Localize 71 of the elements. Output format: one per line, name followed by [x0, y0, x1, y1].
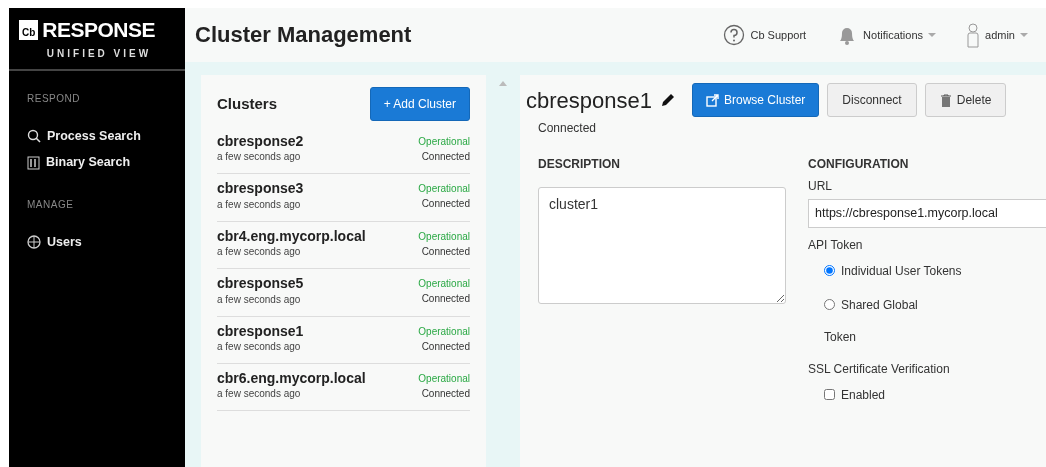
trash-icon: [939, 93, 952, 107]
field-label: SSL Certificate Verification: [808, 360, 951, 378]
globe-icon: [27, 235, 41, 250]
action-button[interactable]: Disconnect: [827, 83, 917, 117]
updated-time: a few seconds ago: [217, 339, 302, 354]
external-link-icon: [706, 93, 719, 107]
pencil-icon[interactable]: [660, 92, 676, 108]
connection-status: Connected: [420, 150, 470, 164]
health-status: Operational: [418, 277, 470, 292]
updated-time: a few seconds ago: [217, 197, 302, 212]
health-status: Operational: [418, 182, 470, 197]
cluster-name: cbresponse1: [217, 323, 304, 339]
sidebar-item[interactable]: Process Search: [9, 123, 141, 151]
url-field[interactable]: https://cbresponse1.mycorp.local: [808, 199, 1046, 228]
header-link[interactable]: Cb Support: [723, 22, 807, 48]
cluster-item[interactable]: cbresponse1 a few seconds ago Operational Connected: [217, 316, 470, 364]
sidebar-item[interactable]: Binary Search: [9, 150, 131, 177]
description-field[interactable]: cluster1: [538, 187, 786, 304]
add-cluster-button[interactable]: + Add Cluster: [369, 87, 470, 121]
panel-title: Clusters: [217, 93, 278, 114]
option-label: Shared Global: [841, 296, 918, 314]
help-icon: [723, 24, 746, 46]
connection-status: Connected: [420, 197, 470, 212]
field-label: API Token: [808, 236, 864, 254]
action-button[interactable]: Delete: [924, 83, 1007, 117]
field-label: Token: [824, 328, 858, 346]
cluster-item[interactable]: cbresponse3 a few seconds ago Operational Connected: [217, 174, 470, 222]
connection-status: Connected: [420, 339, 470, 354]
sidebar-item[interactable]: Users: [9, 230, 82, 257]
connection-status: Connected: [538, 120, 598, 137]
checkbox[interactable]: [824, 389, 835, 401]
section-heading: CONFIGURATION: [808, 156, 910, 173]
option-label: Enabled: [841, 386, 886, 404]
search-icon: [27, 128, 41, 143]
cluster-name: cbresponse3: [217, 181, 304, 197]
action-button[interactable]: Browse Cluster: [692, 83, 820, 117]
cluster-name: cbresponse1: [526, 86, 652, 115]
health-status: Operational: [418, 229, 470, 244]
section-heading: MANAGE: [26, 198, 75, 212]
section-heading: RESPOND: [26, 91, 81, 106]
cluster-name: cbresponse2: [217, 134, 304, 150]
logo-subtitle: UNIFIED VIEW: [45, 46, 153, 61]
cluster-name: cbresponse5: [217, 276, 304, 292]
page-title: Cluster Management: [195, 21, 412, 49]
logo-badge: Cb: [19, 19, 39, 40]
connection-status: Connected: [420, 386, 470, 401]
updated-time: a few seconds ago: [217, 245, 302, 260]
header-link[interactable]: Notifications: [836, 22, 937, 48]
cluster-item[interactable]: cbresponse2 a few seconds ago Operational Connected: [217, 127, 470, 175]
updated-time: a few seconds ago: [217, 150, 302, 165]
header-link[interactable]: admin: [966, 22, 1028, 48]
radio-button[interactable]: [824, 299, 835, 311]
updated-time: a few seconds ago: [217, 387, 302, 402]
cluster-item[interactable]: cbr4.eng.mycorp.local a few seconds ago Operational Connected: [217, 221, 470, 270]
health-status: Operational: [418, 135, 470, 149]
section-heading: DESCRIPTION: [538, 156, 621, 173]
binary-icon: [27, 155, 40, 170]
radio-button[interactable]: [824, 265, 835, 277]
cluster-name: cbr4.eng.mycorp.local: [217, 228, 366, 245]
connection-status: Connected: [420, 244, 470, 259]
logo-text: RESPONSE: [42, 17, 156, 43]
updated-time: a few seconds ago: [217, 292, 302, 307]
user-icon: [966, 22, 981, 48]
connection-status: Connected: [420, 292, 470, 307]
field-label: URL: [808, 178, 833, 195]
option-label: Individual User Tokens: [841, 262, 962, 280]
cluster-item[interactable]: cbresponse5 a few seconds ago Operational Connected: [217, 269, 470, 317]
cluster-item[interactable]: cbr6.eng.mycorp.local a few seconds ago Operational Connected: [217, 363, 470, 412]
health-status: Operational: [418, 371, 470, 386]
cluster-name: cbr6.eng.mycorp.local: [217, 370, 366, 387]
health-status: Operational: [418, 324, 470, 339]
